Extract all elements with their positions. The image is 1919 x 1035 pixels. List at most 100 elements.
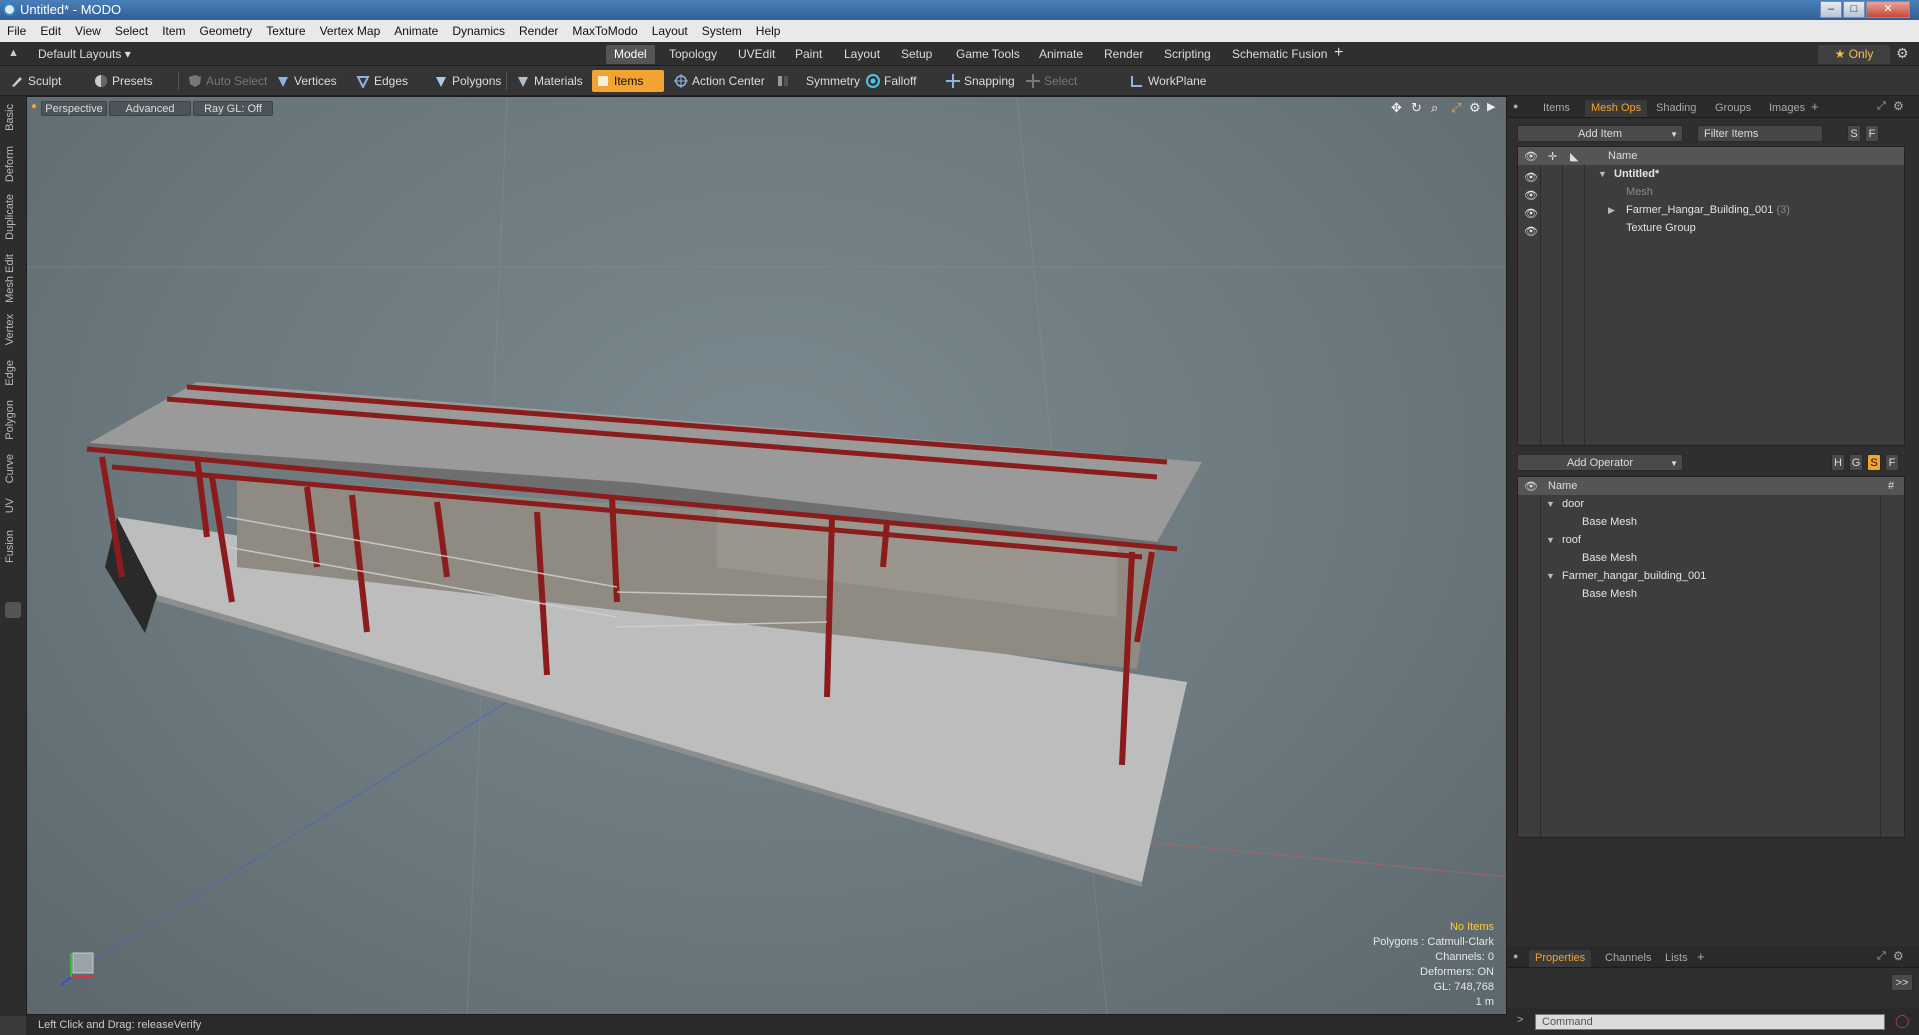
tree-row-untitled[interactable]: 👁 ▼ Untitled* — [1518, 165, 1904, 184]
add-panel-tab-icon[interactable]: + — [1697, 949, 1705, 964]
meshop-row-roof[interactable]: ▼ roof — [1518, 531, 1904, 549]
menu-texture[interactable]: Texture — [259, 20, 312, 42]
eye-icon[interactable]: 👁 — [1524, 169, 1538, 184]
viewport-gear-icon[interactable]: ⚙ — [1469, 100, 1481, 116]
tree-row-farmer-hangar[interactable]: 👁 ▶ Farmer_Hangar_Building_001 (3) — [1518, 201, 1904, 220]
filter-f-button[interactable]: F — [1865, 125, 1879, 142]
tab-schematic-fusion[interactable]: Schematic Fusion — [1224, 45, 1335, 64]
tree-row-texture-group[interactable]: 👁 Texture Group — [1518, 219, 1904, 238]
tab-model[interactable]: Model — [606, 45, 655, 64]
snapping-button[interactable]: Snapping — [942, 70, 1024, 92]
vtab-deform[interactable]: Deform — [4, 146, 22, 182]
meshop-s-button[interactable]: S — [1867, 454, 1881, 471]
tab-animate[interactable]: Animate — [1031, 45, 1091, 64]
filter-s-button[interactable]: S — [1847, 125, 1861, 142]
pan-icon[interactable]: ✥ — [1391, 100, 1402, 116]
viewport-menu-icon[interactable]: ● — [31, 101, 37, 112]
panel-menu-icon[interactable]: ● — [1513, 951, 1518, 961]
collapse-icon[interactable]: ▼ — [1546, 495, 1555, 513]
vtab-curve[interactable]: Curve — [4, 454, 22, 483]
menu-maxtomodo[interactable]: MaxToModo — [565, 20, 644, 42]
visibility-column-icon[interactable]: 👁 — [1524, 148, 1538, 166]
vtab-basic[interactable]: Basic — [4, 104, 22, 131]
select-through-button[interactable]: Select Through — [1022, 70, 1116, 110]
lock-column-icon[interactable]: ✛ — [1548, 148, 1557, 166]
auto-select-button[interactable]: Auto Select — [184, 70, 268, 92]
menu-render[interactable]: Render — [512, 20, 565, 42]
menu-view[interactable]: View — [68, 20, 108, 42]
properties-expand-button[interactable]: >> — [1891, 974, 1913, 991]
panel-gear-icon[interactable]: ⚙ — [1893, 949, 1904, 963]
layout-up-icon[interactable]: ▲ — [8, 47, 19, 59]
meshop-row-base-mesh[interactable]: Base Mesh — [1518, 585, 1904, 603]
tab-render[interactable]: Render — [1096, 45, 1151, 64]
tab-layout[interactable]: Layout — [836, 45, 888, 64]
tab-mesh-ops[interactable]: Mesh Ops — [1585, 100, 1648, 117]
menu-select[interactable]: Select — [108, 20, 155, 42]
advanced-button[interactable]: Advanced — [109, 101, 191, 116]
menu-file[interactable]: File — [0, 20, 33, 42]
vtab-edge[interactable]: Edge — [4, 360, 22, 386]
hash-column-header[interactable]: # — [1888, 477, 1894, 495]
sculpt-button[interactable]: Sculpt — [6, 70, 86, 92]
menu-system[interactable]: System — [695, 20, 749, 42]
menu-edit[interactable]: Edit — [33, 20, 68, 42]
tab-uvedit[interactable]: UVEdit — [730, 45, 783, 64]
vtab-polygon[interactable]: Polygon — [4, 400, 22, 440]
perspective-button[interactable]: Perspective — [41, 101, 107, 116]
meshop-f-button[interactable]: F — [1885, 454, 1899, 471]
tab-channels[interactable]: Channels — [1599, 950, 1657, 967]
menu-dynamics[interactable]: Dynamics — [445, 20, 512, 42]
panel-maximize-icon[interactable]: ⤢ — [1877, 100, 1886, 113]
panel-toggle-button[interactable] — [5, 602, 21, 618]
panel-maximize-icon[interactable]: ⤢ — [1877, 950, 1886, 963]
meshop-h-button[interactable]: H — [1831, 454, 1845, 471]
tab-scripting[interactable]: Scripting — [1156, 45, 1219, 64]
record-icon[interactable]: ◯ — [1895, 1013, 1910, 1029]
add-operator-button[interactable]: Add Operator ▼ — [1517, 454, 1683, 471]
add-panel-tab-icon[interactable]: + — [1811, 99, 1819, 114]
meshop-row-door[interactable]: ▼ door — [1518, 495, 1904, 513]
minimize-button[interactable]: – — [1820, 1, 1842, 18]
eye-icon[interactable]: 👁 — [1524, 223, 1538, 238]
vertices-button[interactable]: Vertices 1 — [272, 70, 352, 110]
add-item-button[interactable]: Add Item ▼ — [1517, 125, 1683, 142]
symmetry-button[interactable]: Symmetry — [772, 70, 860, 92]
render-column-icon[interactable]: ◣ — [1570, 148, 1578, 166]
tab-topology[interactable]: Topology — [661, 45, 725, 64]
eye-icon[interactable]: 👁 — [1524, 187, 1538, 202]
menu-help[interactable]: Help — [749, 20, 788, 42]
menu-vertex-map[interactable]: Vertex Map — [313, 20, 388, 42]
meshop-g-button[interactable]: G — [1849, 454, 1863, 471]
name-column-header[interactable]: Name — [1548, 477, 1577, 495]
tab-groups[interactable]: Groups — [1709, 100, 1757, 117]
collapse-icon[interactable]: ▼ — [1598, 165, 1607, 183]
polygons-button[interactable]: Polygons — [430, 70, 502, 92]
tab-properties[interactable]: Properties — [1529, 950, 1592, 967]
vtab-mesh-edit[interactable]: Mesh Edit — [4, 254, 22, 303]
vtab-vertex[interactable]: Vertex — [4, 314, 22, 345]
name-column-header[interactable]: Name — [1608, 147, 1637, 165]
workplane-button[interactable]: WorkPlane — [1126, 70, 1210, 92]
panel-gear-icon[interactable]: ⚙ — [1893, 99, 1904, 113]
items-button[interactable]: Items 5 — [592, 70, 664, 110]
add-tab-icon[interactable]: + — [1334, 44, 1343, 62]
raygl-button[interactable]: Ray GL: Off — [193, 101, 273, 116]
tab-shading[interactable]: Shading — [1650, 100, 1702, 117]
presets-button[interactable]: Presets F6 — [90, 70, 172, 110]
gear-icon[interactable]: ⚙ — [1896, 45, 1909, 62]
rotate-icon[interactable]: ↻ — [1411, 100, 1422, 116]
tab-game-tools[interactable]: Game Tools — [948, 45, 1028, 64]
3d-viewport[interactable]: ● Perspective Advanced Ray GL: Off ✥ ↻ ⌕… — [26, 96, 1507, 1015]
eye-icon[interactable]: 👁 — [1524, 205, 1538, 220]
zoom-icon[interactable]: ⌕ — [1431, 100, 1438, 116]
filter-items-input[interactable]: Filter Items — [1697, 125, 1823, 142]
menu-geometry[interactable]: Geometry — [193, 20, 260, 42]
tab-images[interactable]: Images — [1763, 100, 1811, 117]
menu-layout[interactable]: Layout — [645, 20, 695, 42]
falloff-button[interactable]: Falloff — [862, 70, 940, 92]
expand-icon[interactable]: ▶ — [1608, 201, 1615, 219]
materials-button[interactable]: Materials — [512, 70, 588, 92]
maximize-button[interactable]: □ — [1843, 1, 1865, 18]
tab-lists[interactable]: Lists — [1659, 950, 1694, 967]
